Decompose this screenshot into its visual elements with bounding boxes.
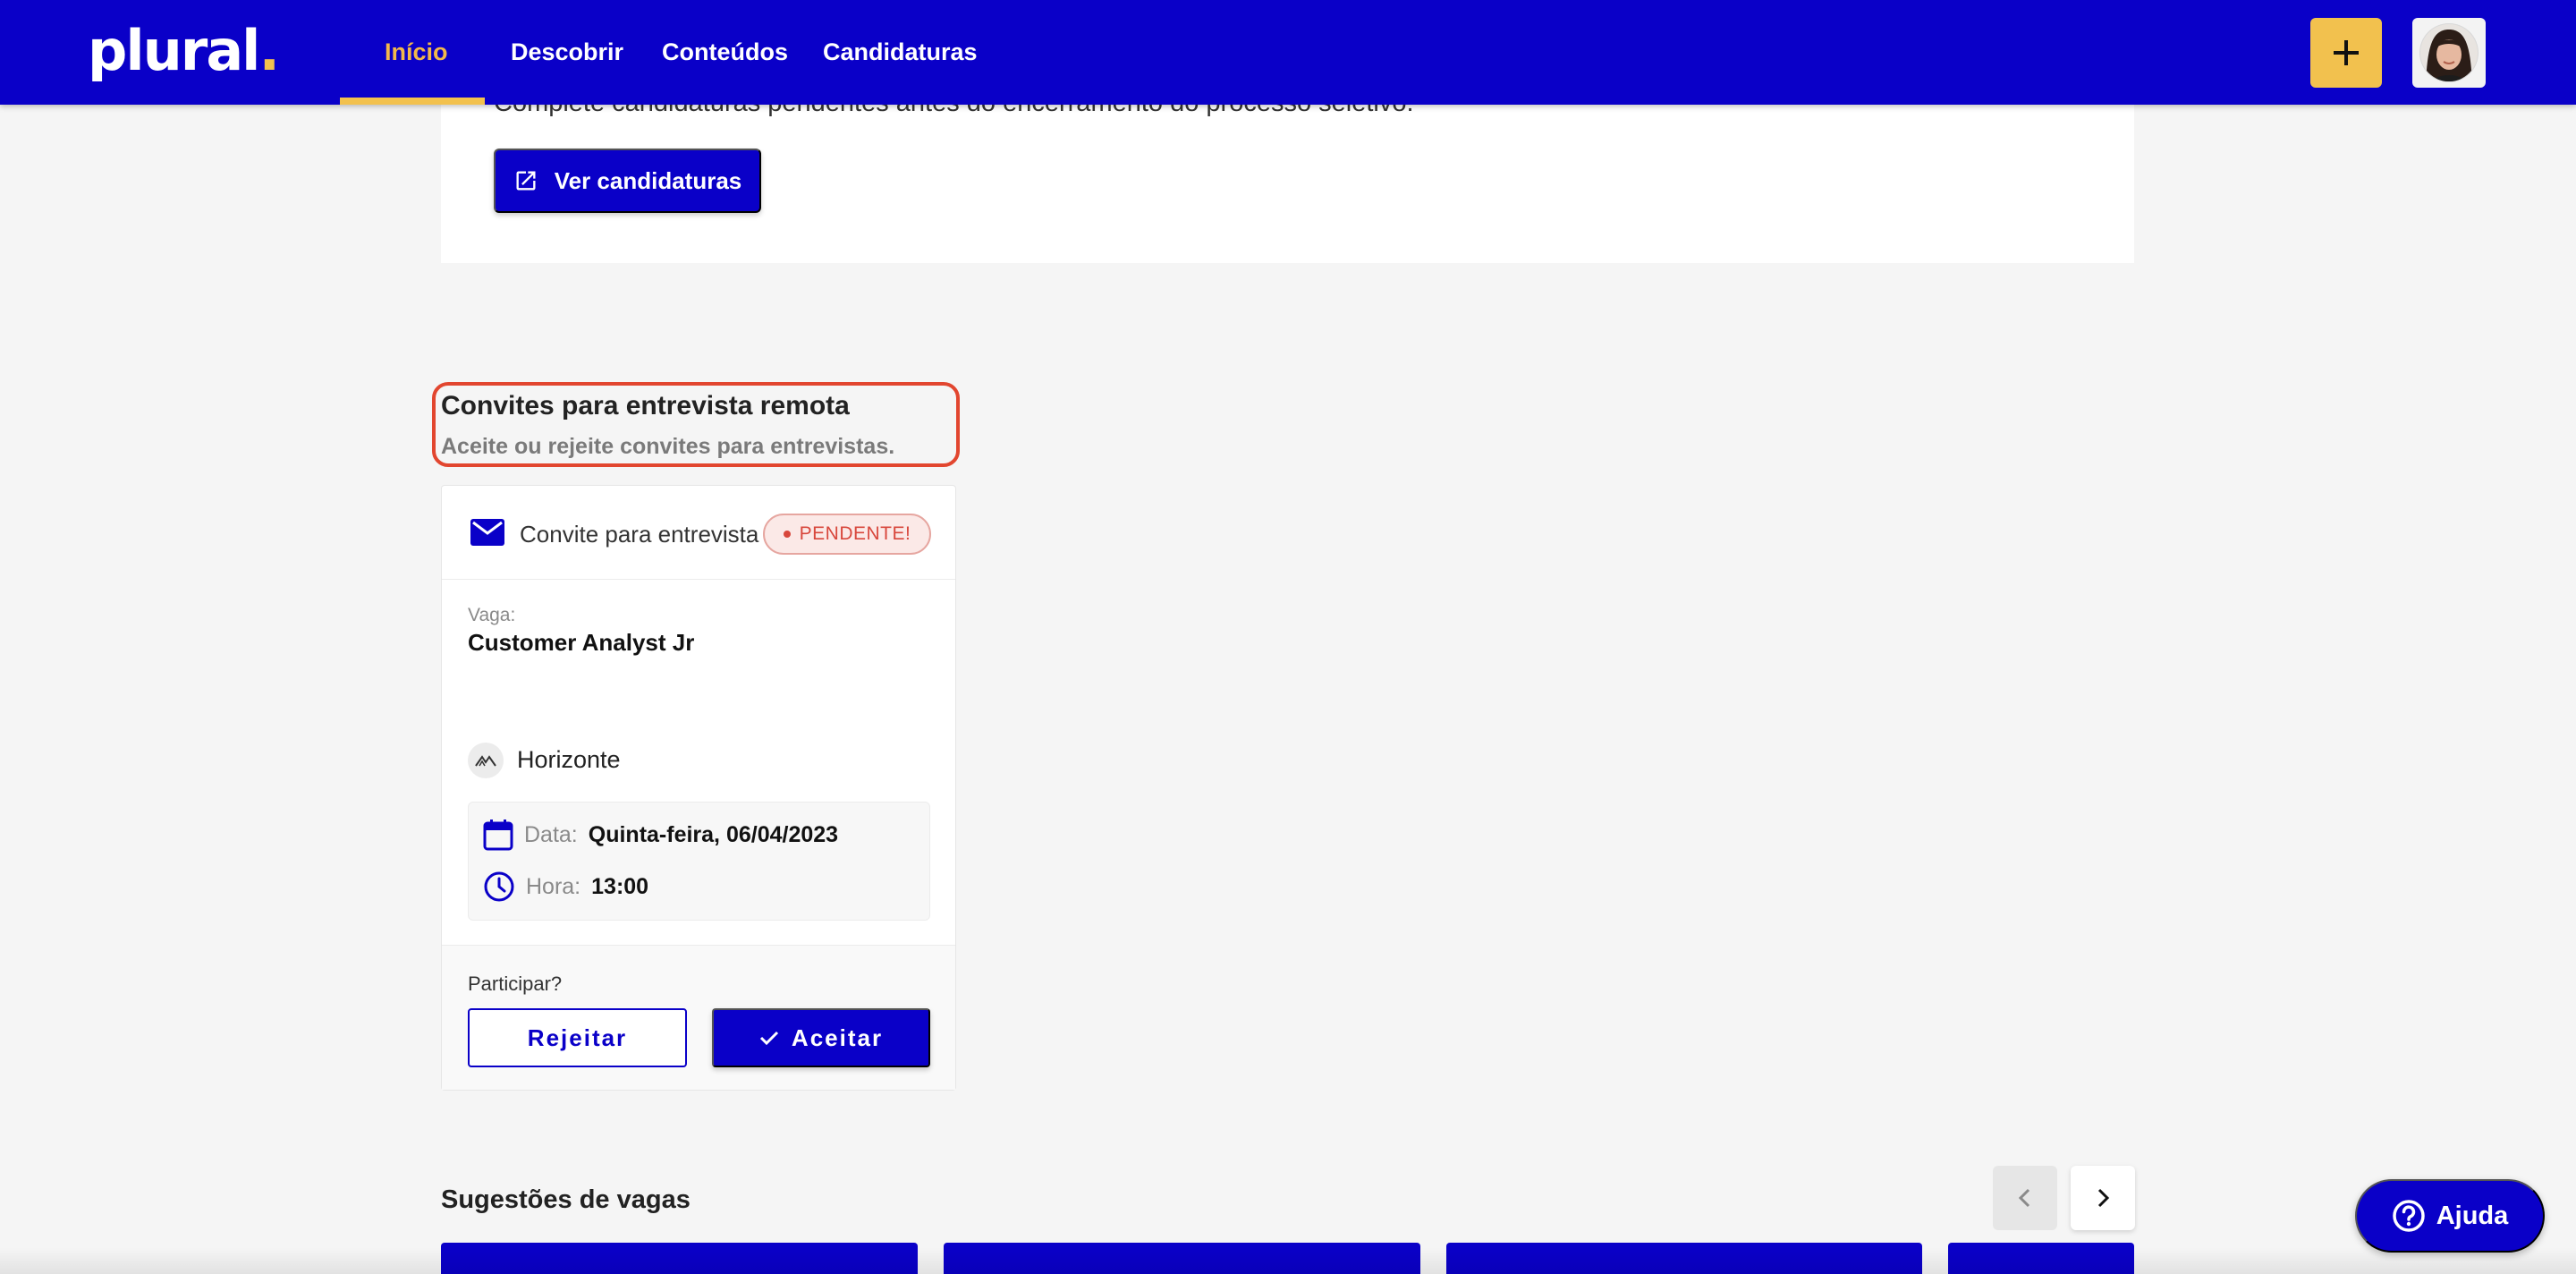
status-badge: PENDENTE! <box>763 514 931 555</box>
job-title[interactable]: Customer Analyst Jr <box>468 629 694 657</box>
carousel-next-button[interactable] <box>2071 1166 2135 1230</box>
help-button[interactable]: Ajuda <box>2355 1179 2545 1253</box>
view-applications-label: Ver candidaturas <box>554 166 742 194</box>
time-value: 13:00 <box>591 873 649 899</box>
job-label: Vaga: <box>468 605 516 625</box>
mail-icon <box>470 519 504 546</box>
time-row: Hora: 13:00 <box>483 871 648 903</box>
reject-button[interactable]: Rejeitar <box>468 1008 687 1067</box>
nav-item-conteudos[interactable]: Conteúdos <box>662 0 788 105</box>
accept-button[interactable]: Aceitar <box>712 1008 930 1067</box>
job-suggestions-title: Sugestões de vagas <box>441 1185 691 1214</box>
view-applications-button[interactable]: Ver candidaturas <box>494 149 761 213</box>
plural-logo[interactable]: plural. <box>88 18 280 83</box>
pending-applications-card: Complete candidaturas pendentes antes do… <box>441 89 2134 263</box>
company-logo-icon <box>468 743 504 778</box>
carousel-prev-button[interactable] <box>1993 1166 2057 1230</box>
calendar-icon <box>483 820 513 851</box>
invite-card-header: Convite para entrevista PENDENTE! <box>442 486 955 580</box>
interview-invite-card: Convite para entrevista PENDENTE! Vaga: … <box>441 485 956 1091</box>
check-icon <box>759 1031 778 1046</box>
job-suggestion-card[interactable] <box>944 1243 1420 1274</box>
invite-card-footer: Participar? Rejeitar Aceitar <box>442 945 955 1090</box>
job-suggestion-card[interactable] <box>1446 1243 1922 1274</box>
invite-title: Convite para entrevista <box>520 521 759 548</box>
user-avatar[interactable] <box>2412 18 2486 88</box>
invites-section-subtitle: Aceite ou rejeite convites para entrevis… <box>441 434 895 459</box>
active-nav-indicator <box>340 98 485 105</box>
help-button-label: Ajuda <box>2436 1201 2509 1230</box>
participate-question: Participar? <box>468 972 563 995</box>
avatar-photo <box>2419 23 2479 82</box>
status-dot <box>783 531 791 538</box>
time-label: Hora: <box>526 873 581 899</box>
accept-button-label: Aceitar <box>791 1023 884 1051</box>
nav-item-candidaturas[interactable]: Candidaturas <box>823 0 978 105</box>
status-badge-label: PENDENTE! <box>799 523 911 544</box>
help-circle-icon <box>2392 1200 2425 1232</box>
date-label: Data: <box>524 821 578 847</box>
interview-datetime-box: Data: Quinta-feira, 06/04/2023 Hora: 13:… <box>468 802 930 921</box>
top-navigation-bar: plural. Início Descobrir Conteúdos Candi… <box>0 0 2576 105</box>
logo-text: plural <box>88 18 260 83</box>
invites-section-title: Convites para entrevista remota <box>441 391 850 420</box>
date-row: Data: Quinta-feira, 06/04/2023 <box>483 819 838 851</box>
chevron-right-icon <box>2097 1188 2110 1208</box>
clock-icon <box>484 871 514 902</box>
job-suggestion-card[interactable] <box>441 1243 918 1274</box>
job-suggestion-card[interactable] <box>1948 1243 2134 1274</box>
date-value: Quinta-feira, 06/04/2023 <box>588 821 839 847</box>
nav-item-inicio[interactable]: Início <box>385 0 448 105</box>
add-button[interactable] <box>2310 18 2382 88</box>
company-name: Horizonte <box>517 746 621 773</box>
chevron-left-icon <box>2018 1188 2030 1208</box>
plus-icon <box>2334 40 2359 65</box>
nav-item-descobrir[interactable]: Descobrir <box>511 0 623 105</box>
external-link-icon <box>516 171 536 191</box>
